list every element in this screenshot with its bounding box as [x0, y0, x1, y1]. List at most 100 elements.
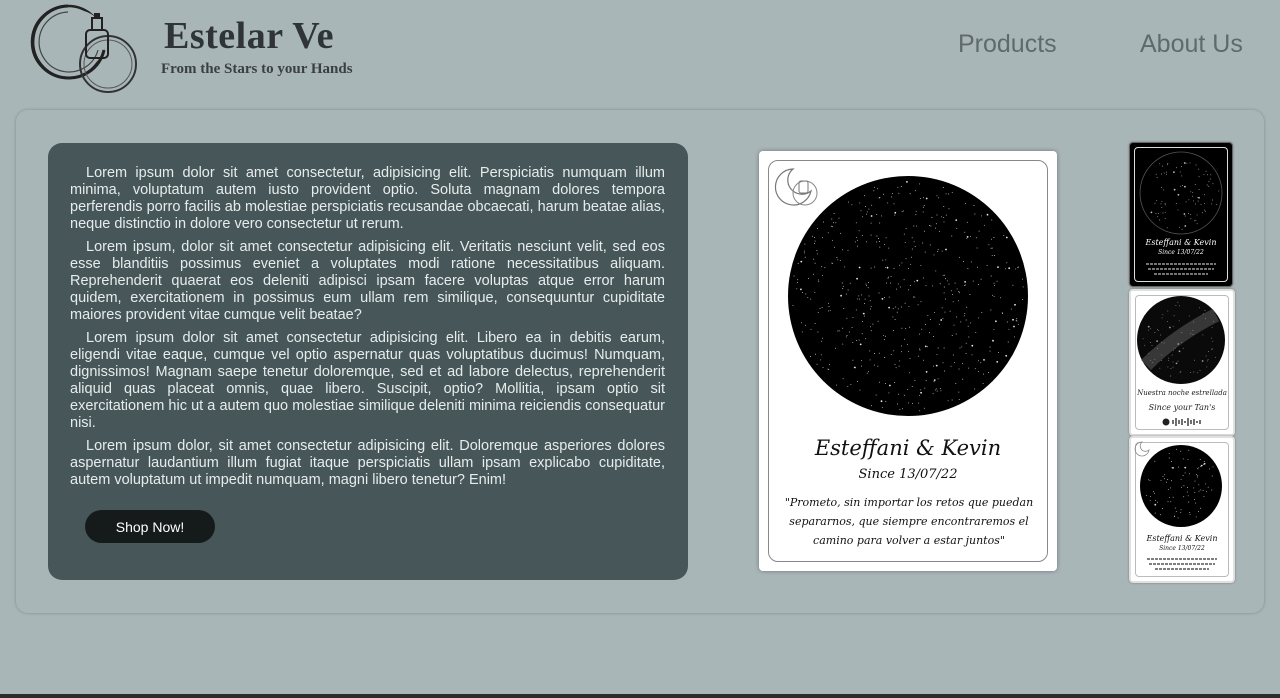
- star-dot: [943, 221, 945, 223]
- star-dot: [838, 217, 840, 219]
- star-dot: [955, 383, 957, 385]
- star-dot: [964, 231, 966, 233]
- star-dot: [808, 278, 810, 280]
- star-dot: [1201, 360, 1204, 362]
- star-dot: [966, 237, 968, 239]
- star-dot: [952, 354, 954, 356]
- shop-now-button[interactable]: Shop Now!: [85, 510, 215, 543]
- star-dot: [1162, 212, 1164, 214]
- star-dot: [1173, 349, 1174, 351]
- star-dot: [925, 285, 927, 287]
- star-dot: [919, 198, 921, 199]
- star-dot: [913, 281, 915, 283]
- star-dot: [946, 280, 948, 282]
- star-dot: [885, 401, 887, 402]
- star-dot: [899, 286, 901, 288]
- star-dot: [1162, 508, 1163, 509]
- star-dot: [1174, 507, 1176, 509]
- star-dot: [855, 222, 857, 224]
- star-dot: [894, 211, 897, 214]
- star-dot: [1205, 170, 1207, 172]
- star-dot: [943, 347, 945, 349]
- star-dot: [965, 203, 967, 205]
- star-dot: [861, 360, 863, 362]
- description-panel: Lorem ipsum dolor sit amet consectetur, …: [48, 143, 688, 580]
- star-dot: [846, 335, 848, 336]
- star-dot: [957, 300, 959, 302]
- star-dot: [967, 325, 969, 327]
- star-dot: [1156, 177, 1158, 179]
- star-dot: [904, 302, 906, 304]
- star-dot: [828, 306, 830, 308]
- star-dot: [890, 276, 892, 278]
- star-dot: [894, 214, 896, 216]
- star-dot: [836, 257, 838, 258]
- nav-products-link[interactable]: Products: [958, 30, 1057, 59]
- star-dot: [827, 232, 829, 234]
- star-dot: [1178, 320, 1180, 322]
- star-dot: [1198, 490, 1200, 492]
- star-dot: [833, 222, 835, 224]
- star-dot: [858, 295, 860, 297]
- star-dot: [802, 291, 803, 293]
- thumbnail-milkyway-poster[interactable]: Nuestra noche estrellada Since your Tan'…: [1129, 289, 1235, 436]
- star-dot: [1154, 512, 1156, 514]
- star-dot: [903, 279, 905, 281]
- star-dot: [845, 336, 847, 338]
- star-dot: [859, 298, 861, 300]
- star-dot: [1208, 181, 1210, 183]
- star-dot: [912, 403, 913, 405]
- star-dot: [907, 343, 908, 345]
- star-dot: [904, 241, 906, 243]
- star-dot: [816, 253, 818, 255]
- star-dot: [902, 210, 904, 212]
- star-dot: [927, 314, 929, 316]
- star-dot: [828, 302, 829, 304]
- star-dot: [937, 249, 939, 251]
- star-dot: [1211, 348, 1212, 350]
- star-dot: [1213, 320, 1215, 322]
- star-dot: [966, 236, 969, 238]
- star-dot: [925, 380, 927, 382]
- star-dot: [866, 211, 868, 213]
- star-dot: [1190, 372, 1192, 374]
- star-dot: [959, 347, 961, 349]
- star-dot: [905, 258, 907, 260]
- thumbnail-white-poster[interactable]: Esteffani & Kevin Since 13/07/22: [1129, 436, 1235, 583]
- star-dot: [923, 205, 925, 206]
- star-dot: [1154, 460, 1156, 462]
- star-dot: [865, 213, 867, 215]
- nav-about-us-link[interactable]: About Us: [1140, 30, 1243, 59]
- star-dot: [909, 358, 911, 360]
- star-dot: [883, 297, 885, 299]
- star-dot: [883, 193, 884, 195]
- thumbnail-black-poster[interactable]: Esteffani & Kevin Since 13/07/22: [1129, 142, 1233, 287]
- star-dot: [998, 352, 1000, 354]
- star-dot: [796, 288, 798, 290]
- star-dot: [870, 405, 872, 407]
- star-dot: [924, 345, 927, 348]
- star-dot: [937, 347, 939, 349]
- star-dot: [1148, 479, 1149, 481]
- star-dot: [1189, 512, 1191, 514]
- star-dot: [870, 308, 871, 310]
- star-dot: [887, 202, 889, 204]
- star-dot: [1163, 342, 1165, 344]
- star-dot: [814, 291, 816, 293]
- star-dot: [914, 296, 916, 298]
- star-dot: [880, 400, 883, 403]
- moon-perfume-logo-icon[interactable]: [28, 0, 140, 98]
- star-dot: [894, 382, 896, 384]
- star-dot: [1170, 501, 1172, 503]
- star-dot: [874, 266, 876, 268]
- star-dot: [923, 206, 925, 208]
- star-dot: [1154, 500, 1156, 502]
- star-dot: [835, 347, 837, 349]
- star-dot: [1173, 171, 1175, 173]
- star-dot: [980, 362, 982, 364]
- star-dot: [992, 294, 994, 296]
- star-dot: [940, 390, 942, 392]
- star-dot: [842, 343, 844, 345]
- star-dot: [970, 322, 972, 324]
- star-dot: [986, 213, 989, 216]
